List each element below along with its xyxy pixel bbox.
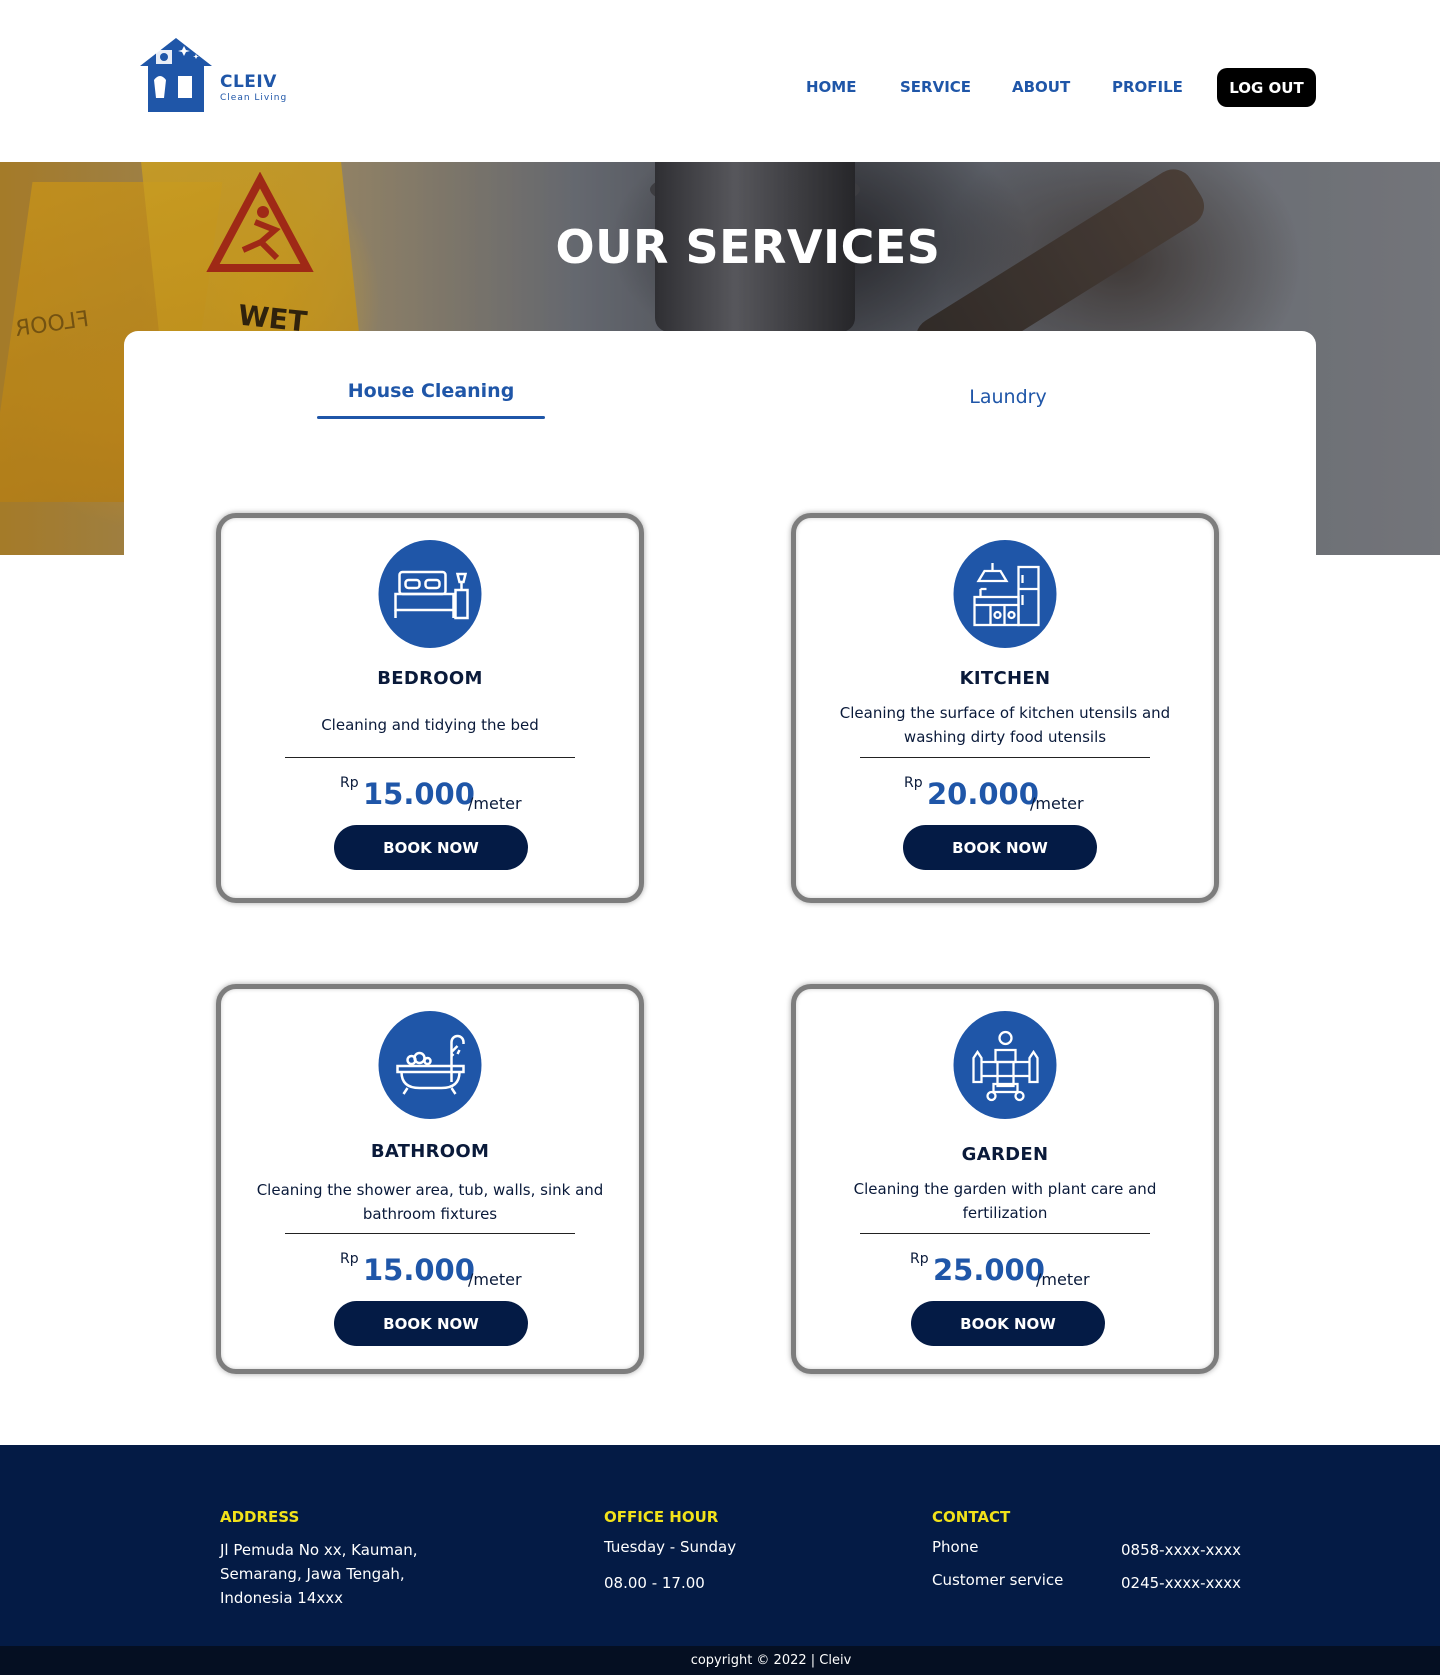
phone-value[interactable]: 0858-xxxx-xxxx [1121, 1538, 1241, 1562]
copyright-text: copyright © 2022 | Cleiv [690, 1653, 852, 1668]
tab-laundry[interactable]: Laundry [900, 386, 1116, 408]
office-days: Tuesday - Sunday [604, 1538, 737, 1556]
logo-wordmark[interactable]: CLEIV Clean Living [220, 72, 287, 103]
price-unit: /meter [1030, 794, 1084, 813]
book-now-button[interactable]: BOOK NOW [911, 1301, 1105, 1346]
page-title: OUR SERVICES [555, 220, 941, 274]
brand-tagline: Clean Living [220, 93, 288, 103]
service-card-kitchen: KITCHEN Cleaning the surface of kitchen … [791, 513, 1219, 903]
address-line-3: Indonesia 14xxx [220, 1589, 344, 1607]
bed-icon [378, 540, 482, 648]
address-line-1: Jl Pemuda No xx, Kauman, [220, 1541, 418, 1559]
price-currency: Rp [340, 1251, 359, 1267]
brand-name: CLEIV [220, 72, 277, 92]
address-line-2: Semarang, Jawa Tengah, [220, 1565, 405, 1583]
card-divider [285, 1233, 575, 1234]
nav-home[interactable]: HOME [806, 78, 856, 96]
card-divider [860, 757, 1150, 758]
book-now-button[interactable]: BOOK NOW [334, 825, 528, 870]
service-description: Cleaning the garden with plant care and … [853, 1180, 1157, 1222]
price-unit: /meter [468, 794, 522, 813]
phone-label: Phone [932, 1538, 979, 1556]
site-footer: ADDRESS Jl Pemuda No xx, Kauman, Semaran… [0, 1445, 1440, 1646]
card-divider [285, 757, 575, 758]
price-value: 25.000 [933, 1253, 1045, 1287]
price-currency: Rp [904, 775, 923, 791]
logout-button[interactable]: LOG OUT [1217, 68, 1316, 107]
price-value: 15.000 [363, 1253, 475, 1287]
price-value: 15.000 [363, 777, 475, 811]
office-hours: 08.00 - 17.00 [604, 1574, 705, 1592]
price-block: Rp 20.000 /meter [796, 768, 1214, 818]
customer-service-value[interactable]: 0245-xxxx-xxxx [1121, 1571, 1241, 1595]
contact-heading: CONTACT [932, 1508, 1011, 1526]
lawn-mower-icon [953, 1011, 1057, 1119]
address-heading: ADDRESS [220, 1508, 300, 1526]
price-unit: /meter [1036, 1270, 1090, 1289]
nav-service[interactable]: SERVICE [900, 78, 971, 96]
service-title: BEDROOM [377, 668, 483, 689]
price-value: 20.000 [927, 777, 1039, 811]
service-card-garden: GARDEN Cleaning the garden with plant ca… [791, 984, 1219, 1374]
price-block: Rp 25.000 /meter [796, 1244, 1214, 1294]
bathtub-icon [378, 1011, 482, 1119]
tab-house-cleaning[interactable]: House Cleaning [317, 380, 545, 402]
office-hour-heading: OFFICE HOUR [604, 1508, 719, 1526]
nav-profile[interactable]: PROFILE [1112, 78, 1183, 96]
service-description: Cleaning the shower area, tub, walls, si… [256, 1181, 604, 1223]
price-currency: Rp [340, 775, 359, 791]
service-card-bedroom: BEDROOM Cleaning and tidying the bed Rp … [216, 513, 644, 903]
card-divider [860, 1233, 1150, 1234]
book-now-button[interactable]: BOOK NOW [334, 1301, 528, 1346]
service-title: KITCHEN [959, 668, 1051, 689]
active-tab-indicator [317, 416, 545, 419]
service-description: Cleaning and tidying the bed [321, 716, 539, 734]
kitchen-icon [953, 540, 1057, 648]
site-header: CLEIV Clean Living HOME SERVICE ABOUT PR… [0, 0, 1440, 162]
service-title: GARDEN [961, 1144, 1049, 1165]
nav-about[interactable]: ABOUT [1012, 78, 1070, 96]
customer-service-label: Customer service [932, 1571, 1064, 1589]
book-now-button[interactable]: BOOK NOW [903, 825, 1097, 870]
copyright-bar: copyright © 2022 | Cleiv [0, 1646, 1440, 1675]
service-card-bathroom: BATHROOM Cleaning the shower area, tub, … [216, 984, 644, 1374]
service-title: BATHROOM [370, 1141, 490, 1162]
price-block: Rp 15.000 /meter [221, 768, 639, 818]
price-unit: /meter [468, 1270, 522, 1289]
service-description: Cleaning the surface of kitchen utensils… [839, 704, 1171, 746]
price-currency: Rp [910, 1251, 929, 1267]
price-block: Rp 15.000 /meter [221, 1244, 639, 1294]
